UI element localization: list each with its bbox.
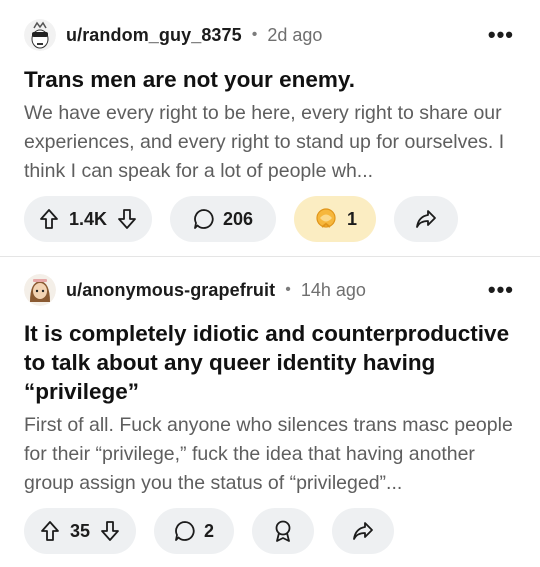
upvote-icon[interactable] [40,520,60,542]
vote-count: 1.4K [68,208,108,229]
post-meta: u/anonymous-grapefruit • 14h ago [24,272,366,308]
comment-count: 2 [203,520,214,541]
upvote-icon[interactable] [39,208,59,230]
action-bar: 35 2 [24,508,412,554]
downvote-icon[interactable] [117,208,137,230]
downvote-icon[interactable] [100,520,120,542]
action-bar: 1.4K 206 1 [24,196,476,242]
more-options-icon[interactable]: ••• [488,22,514,48]
comment-count: 206 [222,208,254,229]
vote-control: 1.4K [24,196,152,242]
share-button[interactable] [332,508,394,554]
award-icon [313,206,339,232]
separator-dot: • [251,26,258,43]
award-button[interactable]: 1 [294,196,376,242]
post-body[interactable]: First of all. Fuck anyone who silences t… [24,411,522,498]
vote-control: 35 [24,508,136,554]
comments-button[interactable]: 2 [154,508,234,554]
share-button[interactable] [394,196,458,242]
share-icon [352,521,374,541]
avatar[interactable] [24,19,56,51]
post-card[interactable]: u/anonymous-grapefruit • 14h ago ••• It … [0,256,540,567]
comments-button[interactable]: 206 [170,196,276,242]
post-body[interactable]: We have every right to be here, every ri… [24,99,522,186]
share-icon [415,209,437,229]
avatar[interactable] [24,274,56,306]
post-card[interactable]: u/random_guy_8375 • 2d ago ••• Trans men… [0,0,540,256]
award-count: 1 [346,208,357,229]
post-time: 14h ago [300,279,366,300]
username[interactable]: u/random_guy_8375 [66,25,242,46]
more-options-icon[interactable]: ••• [488,277,514,303]
vote-count: 35 [69,520,91,541]
post-title[interactable]: Trans men are not your enemy. [24,65,518,94]
username[interactable]: u/anonymous-grapefruit [66,280,275,301]
comment-icon [193,208,215,230]
post-meta: u/random_guy_8375 • 2d ago [24,17,322,53]
comment-icon [174,520,196,542]
post-time: 2d ago [267,24,323,45]
separator-dot: • [285,281,291,298]
award-button[interactable] [252,508,314,554]
post-title[interactable]: It is completely idiotic and counterprod… [24,319,518,406]
award-icon [272,519,294,543]
